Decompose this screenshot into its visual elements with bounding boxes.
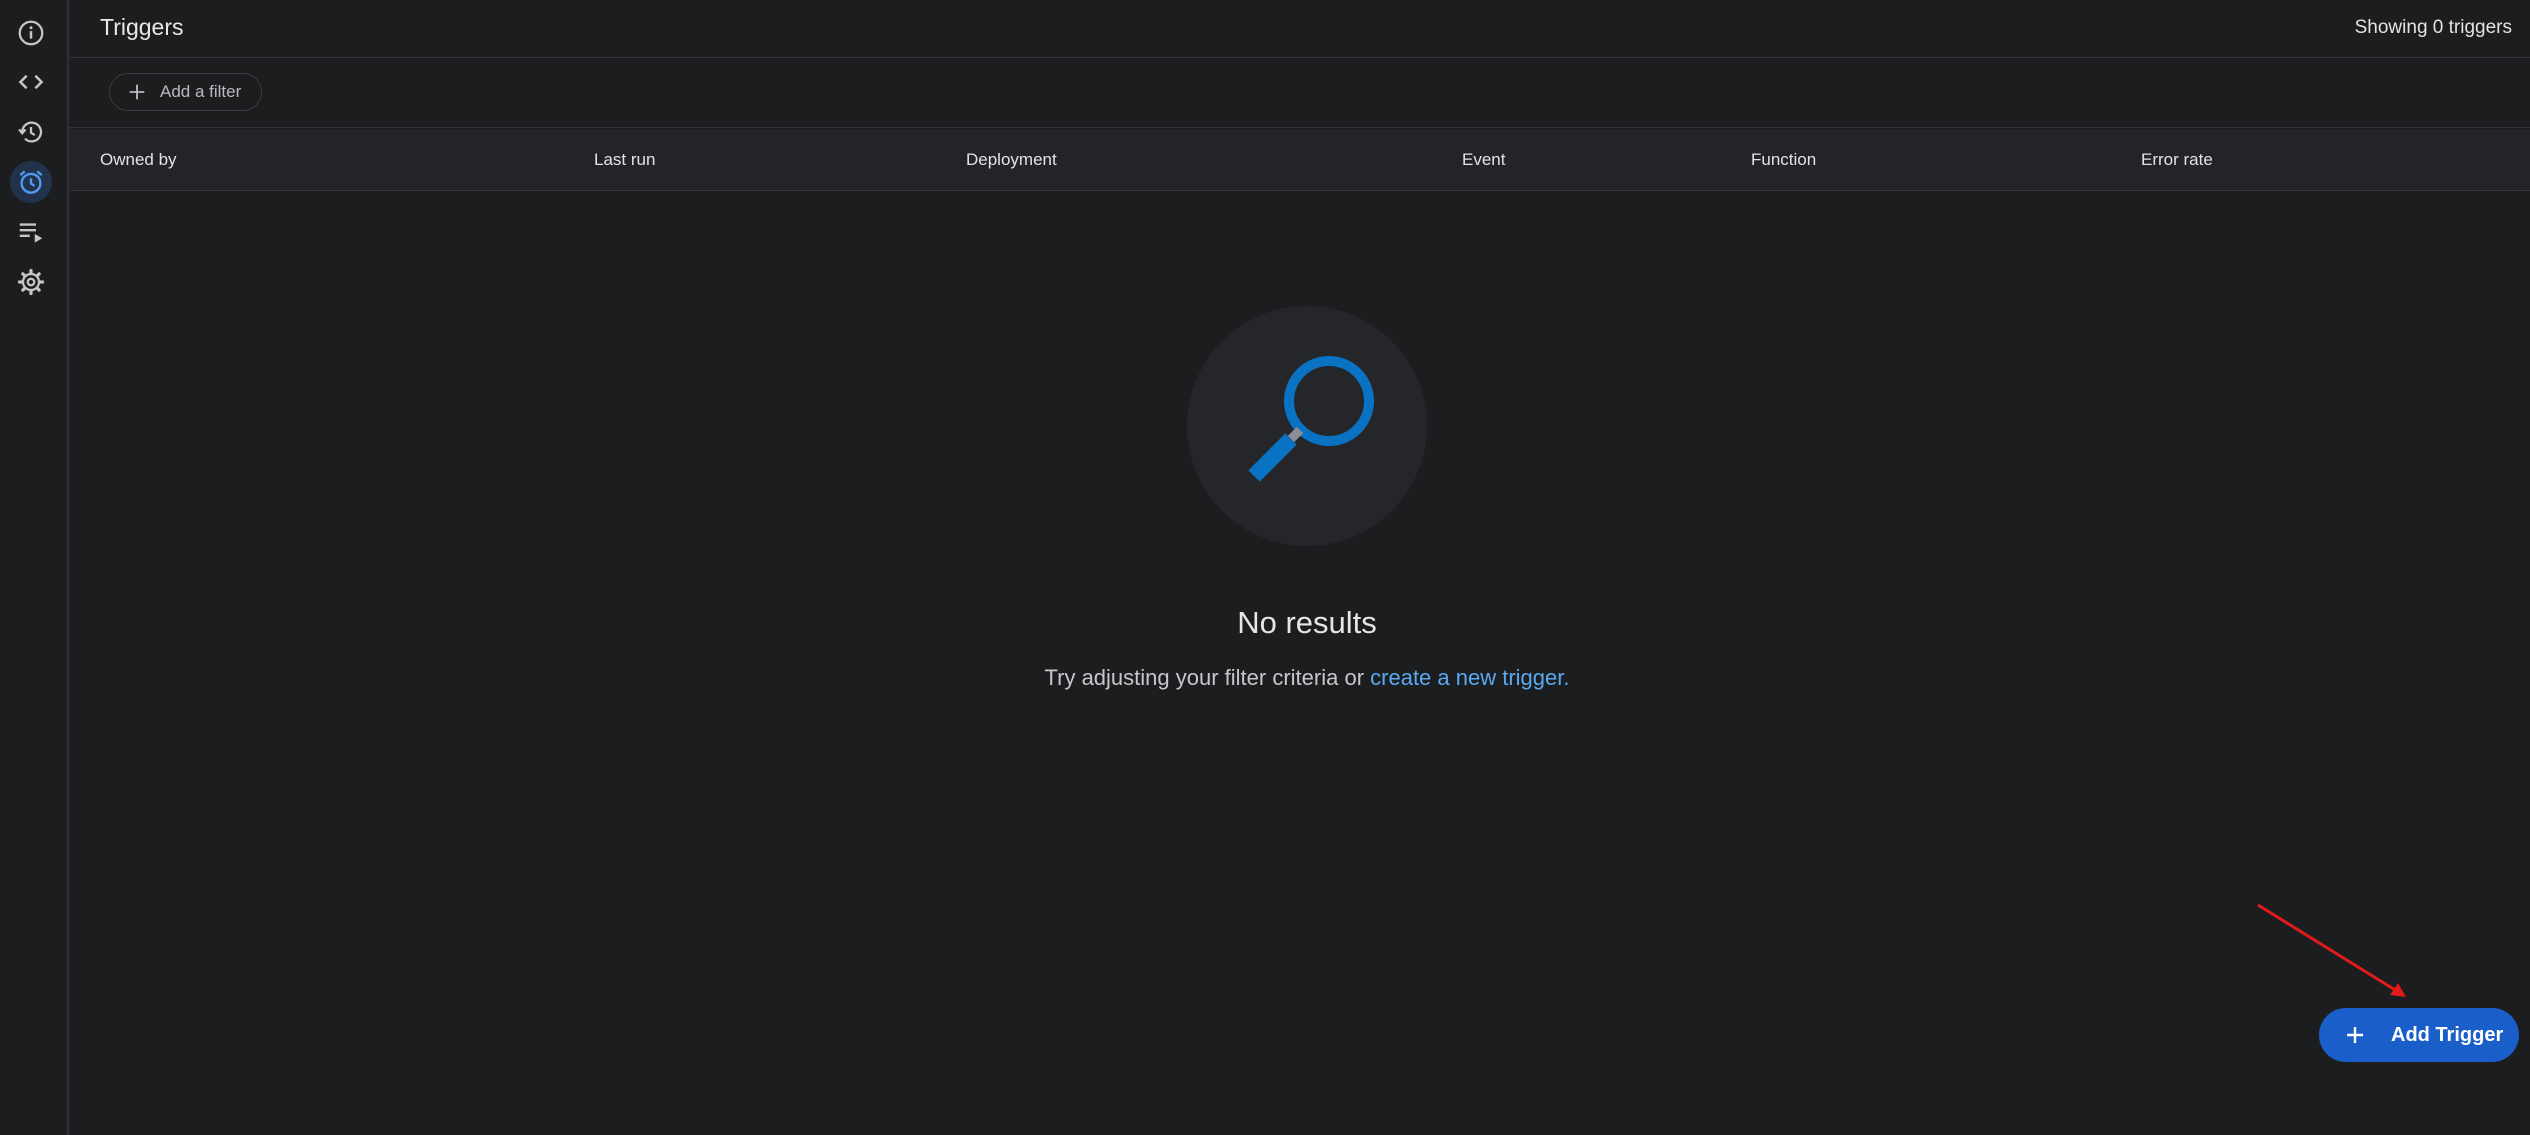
- filter-bar: Add a filter: [69, 58, 2530, 128]
- column-owned-by[interactable]: Owned by: [100, 150, 177, 170]
- create-trigger-link[interactable]: create a new trigger.: [1370, 665, 1569, 690]
- empty-state-illustration: [1187, 306, 1427, 546]
- history-icon: [18, 121, 43, 143]
- page-header: Triggers Showing 0 triggers: [69, 0, 2530, 58]
- info-icon: [18, 20, 44, 46]
- add-filter-label: Add a filter: [160, 82, 242, 101]
- code-icon: [18, 74, 44, 90]
- column-event[interactable]: Event: [1462, 150, 1505, 170]
- nav-overview[interactable]: [10, 12, 52, 54]
- plus-icon: [2347, 1027, 2363, 1043]
- add-filter-button[interactable]: Add a filter: [109, 73, 263, 111]
- column-last-run[interactable]: Last run: [594, 150, 655, 170]
- trigger-count: Showing 0 triggers: [2354, 17, 2512, 38]
- nav-executions[interactable]: [10, 111, 52, 153]
- left-nav-rail: [0, 0, 69, 1135]
- triggers-table-header: Owned by Last run Deployment Event Funct…: [69, 129, 2530, 191]
- magnifier-icon: [1248, 356, 1374, 482]
- nav-settings[interactable]: [10, 261, 52, 303]
- apps-script-triggers-page: Triggers Showing 0 triggers Add a filter…: [0, 0, 2530, 1135]
- empty-state-message-text: Try adjusting your filter criteria or: [1044, 665, 1371, 690]
- gear-icon: [17, 268, 45, 296]
- page-title: Triggers: [100, 14, 184, 40]
- nav-triggers[interactable]: [10, 161, 52, 203]
- add-trigger-button[interactable]: Add Trigger: [2319, 1008, 2519, 1062]
- empty-state-title: No results: [1237, 605, 1377, 640]
- annotation-arrow-icon: [2257, 903, 2406, 997]
- column-function[interactable]: Function: [1751, 150, 1816, 170]
- playlist-play-icon: [19, 223, 43, 243]
- plus-icon: [129, 84, 145, 100]
- add-trigger-label: Add Trigger: [2391, 1023, 2504, 1046]
- nav-editor[interactable]: [10, 61, 52, 103]
- column-deployment[interactable]: Deployment: [966, 150, 1057, 170]
- empty-state-message: Try adjusting your filter criteria or cr…: [907, 665, 1707, 691]
- column-error-rate[interactable]: Error rate: [2141, 150, 2213, 170]
- alarm-clock-icon: [19, 170, 43, 194]
- nav-executions-list[interactable]: [10, 211, 52, 253]
